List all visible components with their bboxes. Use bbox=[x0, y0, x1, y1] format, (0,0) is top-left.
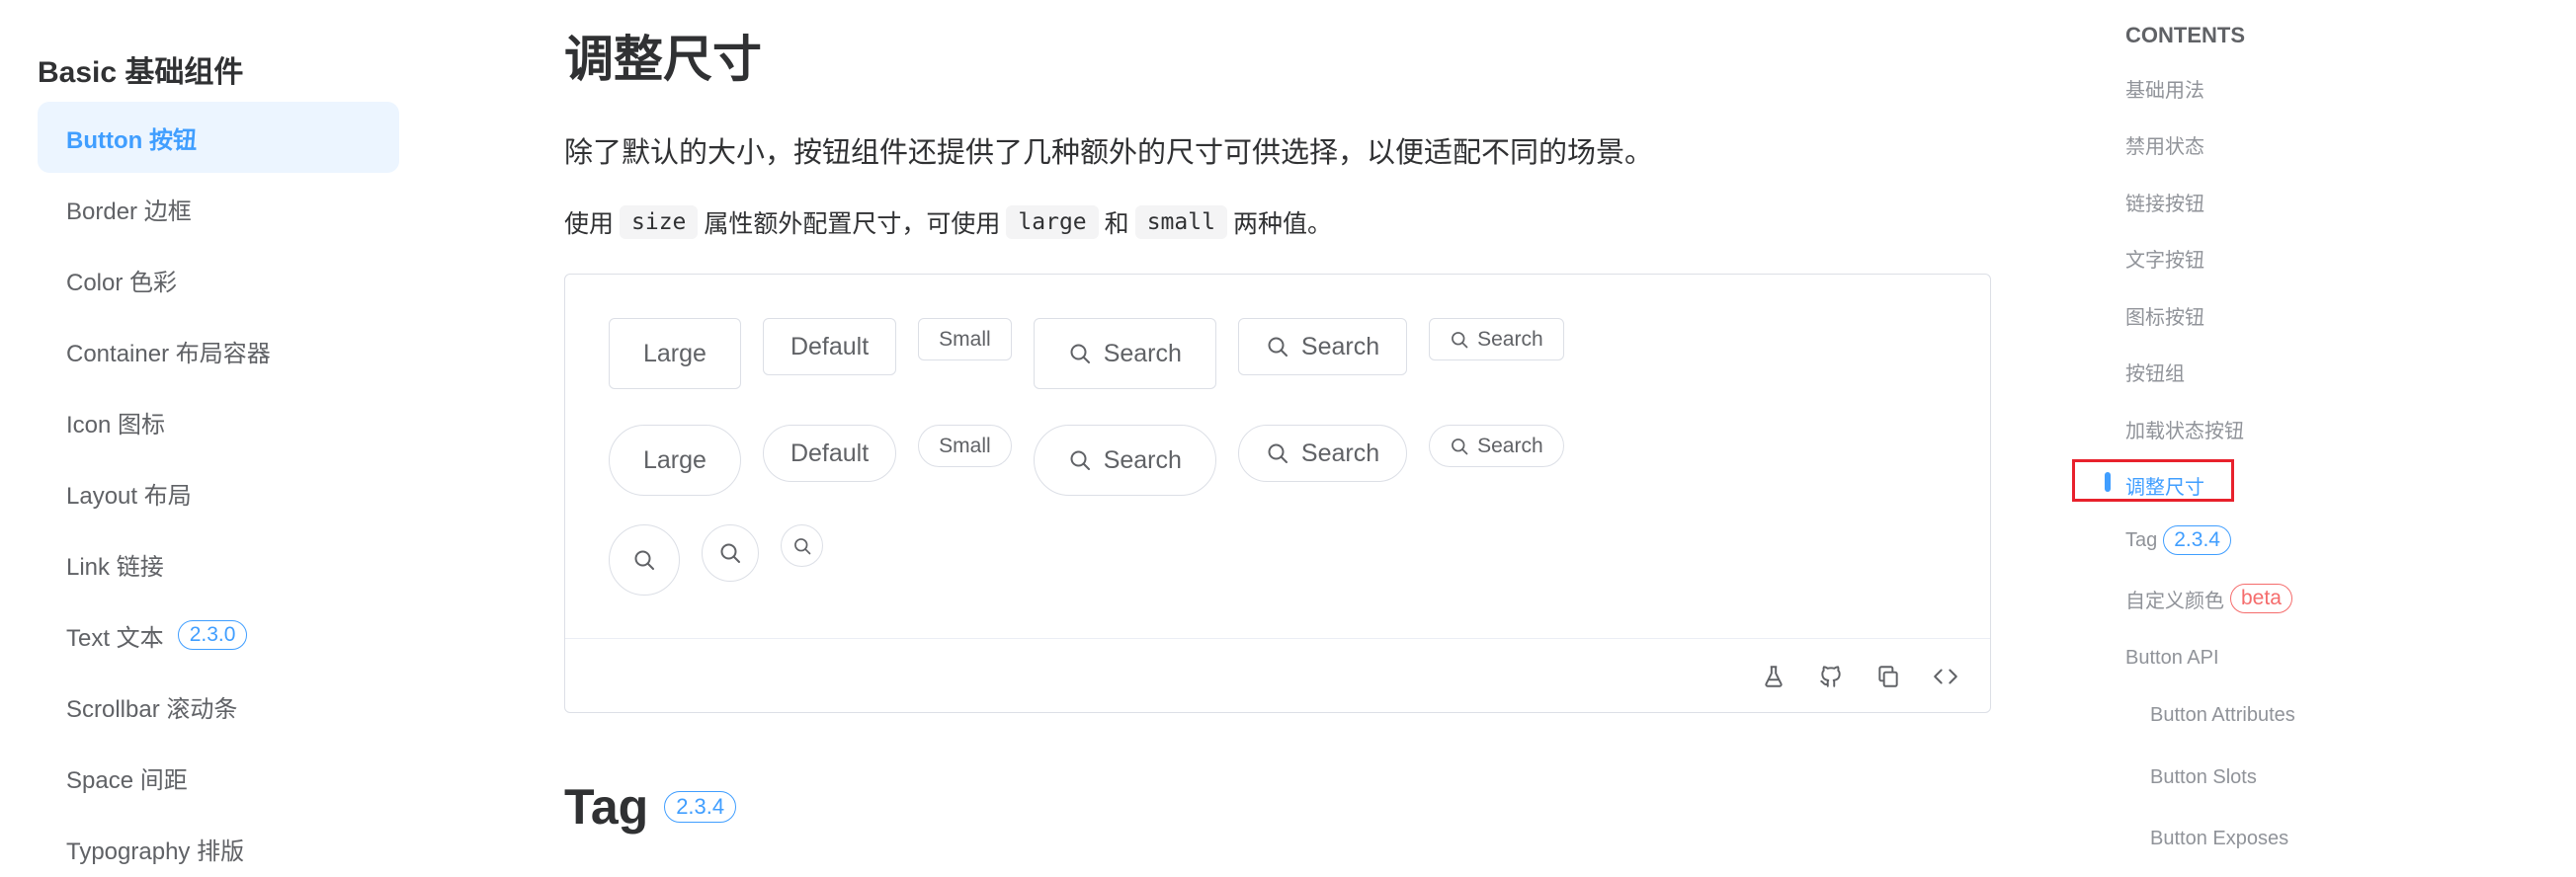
sidebar-item-label: Layout 布局 bbox=[66, 482, 192, 510]
toc-item-button-api[interactable]: Button API bbox=[2125, 647, 2219, 670]
toc-item-custom-color[interactable]: 自定义颜色 beta bbox=[2125, 584, 2292, 613]
sidebar-item-color[interactable]: Color 色彩 bbox=[38, 244, 399, 315]
toc-item-icon-button[interactable]: 图标按钮 bbox=[2125, 301, 2204, 330]
version-badge: 2.3.4 bbox=[2163, 525, 2231, 555]
default-button[interactable]: Default bbox=[762, 318, 897, 375]
toc-item-loading-button[interactable]: 加载状态按钮 bbox=[2125, 415, 2244, 443]
sidebar-item-container[interactable]: Container 布局容器 bbox=[38, 315, 399, 386]
toc-item-size[interactable]: 调整尺寸 bbox=[2125, 471, 2204, 500]
usage-suffix: 两种值。 bbox=[1232, 210, 1332, 238]
sidebar-items: Button 按钮 Border 边框 Color 色彩 Container 布… bbox=[38, 102, 399, 877]
sidebar-item-label: Link 链接 bbox=[66, 553, 164, 581]
sidebar-item-button[interactable]: Button 按钮 bbox=[38, 102, 399, 173]
large-round-button[interactable]: Large bbox=[609, 425, 741, 496]
search-icon bbox=[1266, 335, 1289, 359]
search-icon bbox=[1450, 437, 1469, 456]
search-icon bbox=[632, 548, 656, 572]
default-circle-search-button[interactable] bbox=[702, 524, 759, 582]
toc-item-button-slots[interactable]: Button Slots bbox=[2150, 766, 2257, 789]
section-title: 调整尺寸 bbox=[564, 32, 762, 87]
next-section-title: Tag bbox=[564, 779, 649, 835]
copy-icon[interactable] bbox=[1871, 660, 1905, 693]
toc-item-basic-usage[interactable]: 基础用法 bbox=[2125, 74, 2204, 103]
section-intro: 除了默认的大小，按钮组件还提供了几种额外的尺寸可供选择，以便适配不同的场景。 bbox=[564, 137, 1654, 169]
toc-item-tag[interactable]: Tag 2.3.4 bbox=[2125, 525, 2231, 555]
version-badge: 2.3.4 bbox=[664, 791, 737, 823]
code-large: large bbox=[1006, 205, 1099, 239]
default-round-button[interactable]: Default bbox=[762, 425, 897, 482]
demo-row-round: Large Default Small Search Search Search bbox=[609, 425, 1586, 496]
sidebar-item-layout[interactable]: Layout 布局 bbox=[38, 457, 399, 528]
code-small: small bbox=[1134, 205, 1227, 239]
sidebar-item-label: Scrollbar 滚动条 bbox=[66, 695, 238, 723]
toc-item-text-button[interactable]: 文字按钮 bbox=[2125, 244, 2204, 273]
sidebar-item-label: Icon 图标 bbox=[66, 411, 166, 438]
sidebar-item-scrollbar[interactable]: Scrollbar 滚动条 bbox=[38, 671, 399, 742]
sidebar-group-title: Basic 基础组件 bbox=[38, 56, 244, 89]
toc-item-button-group[interactable]: 按钮组 bbox=[2125, 358, 2185, 386]
toc-item-disabled[interactable]: 禁用状态 bbox=[2125, 130, 2204, 159]
usage-middle: 属性额外配置尺寸，可使用 bbox=[704, 210, 1001, 238]
large-circle-search-button[interactable] bbox=[609, 524, 680, 596]
sidebar: Basic 基础组件 Button 按钮 Border 边框 Color 色彩 … bbox=[0, 0, 415, 877]
large-search-button[interactable]: Search bbox=[1033, 318, 1216, 389]
section-usage: 使用 size 属性额外配置尺寸，可使用 large 和 small 两种值。 bbox=[564, 204, 1332, 240]
large-round-search-button[interactable]: Search bbox=[1033, 425, 1216, 496]
sidebar-item-label: Space 间距 bbox=[66, 766, 188, 794]
default-round-search-button[interactable]: Search bbox=[1237, 425, 1408, 482]
usage-and: 和 bbox=[1104, 210, 1129, 238]
demo-actions bbox=[1733, 660, 1962, 693]
small-circle-search-button[interactable] bbox=[781, 524, 823, 567]
toc-item-link-button[interactable]: 链接按钮 bbox=[2125, 188, 2204, 216]
code-size: size bbox=[620, 205, 699, 239]
small-search-button[interactable]: Search bbox=[1429, 318, 1564, 360]
search-icon bbox=[1266, 441, 1289, 465]
sidebar-item-text[interactable]: Text 文本 2.3.0 bbox=[38, 599, 399, 671]
large-button[interactable]: Large bbox=[609, 318, 741, 389]
search-icon bbox=[1068, 448, 1092, 472]
sidebar-item-label: Container 布局容器 bbox=[66, 340, 271, 367]
playground-icon[interactable] bbox=[1757, 660, 1790, 693]
demo-row-circle bbox=[609, 524, 845, 596]
beta-badge: beta bbox=[2230, 584, 2292, 613]
sidebar-item-label: Text 文本 bbox=[66, 624, 164, 652]
sidebar-item-link[interactable]: Link 链接 bbox=[38, 528, 399, 599]
search-icon bbox=[792, 536, 812, 556]
small-round-button[interactable]: Small bbox=[918, 425, 1012, 467]
toc-item-button-exposes[interactable]: Button Exposes bbox=[2150, 828, 2288, 850]
sidebar-item-label: Typography 排版 bbox=[66, 837, 245, 865]
search-icon bbox=[718, 541, 742, 565]
sidebar-item-label: Color 色彩 bbox=[66, 269, 178, 296]
small-round-search-button[interactable]: Search bbox=[1429, 425, 1564, 467]
search-icon bbox=[1450, 330, 1469, 350]
sidebar-item-label: Border 边框 bbox=[66, 198, 192, 225]
version-badge: 2.3.0 bbox=[177, 620, 248, 650]
demo-row-default: Large Default Small Search Search Search bbox=[609, 318, 1586, 389]
demo-block: Large Default Small Search Search Search… bbox=[564, 274, 1991, 713]
sidebar-item-border[interactable]: Border 边框 bbox=[38, 173, 399, 244]
sidebar-item-typography[interactable]: Typography 排版 bbox=[38, 813, 399, 877]
sidebar-item-label: Button 按钮 bbox=[66, 126, 197, 154]
toc-title: CONTENTS bbox=[2125, 23, 2245, 47]
usage-prefix: 使用 bbox=[564, 210, 615, 238]
github-icon[interactable] bbox=[1814, 660, 1848, 693]
search-icon bbox=[1068, 342, 1092, 365]
next-section-heading: Tag 2.3.4 bbox=[564, 778, 737, 836]
small-button[interactable]: Small bbox=[918, 318, 1012, 360]
sidebar-item-icon[interactable]: Icon 图标 bbox=[38, 386, 399, 457]
toc-item-button-attributes[interactable]: Button Attributes bbox=[2150, 704, 2295, 727]
default-search-button[interactable]: Search bbox=[1237, 318, 1408, 375]
code-icon[interactable] bbox=[1929, 660, 1962, 693]
sidebar-item-space[interactable]: Space 间距 bbox=[38, 742, 399, 813]
demo-footer bbox=[565, 638, 1990, 712]
